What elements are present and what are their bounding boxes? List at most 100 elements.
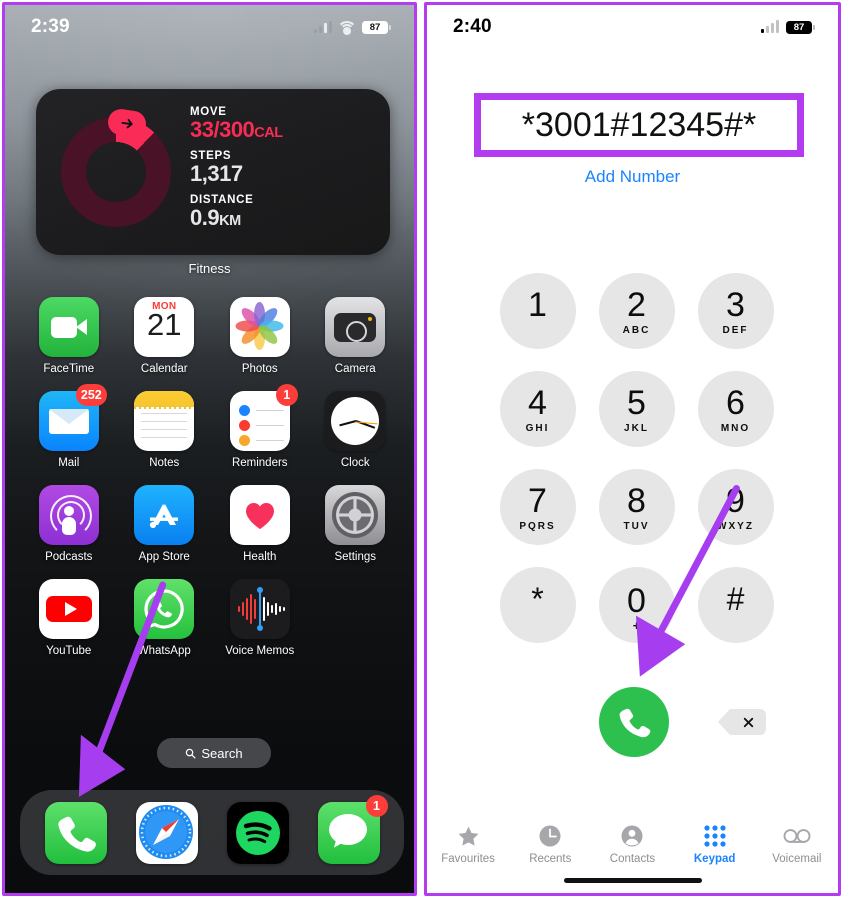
spotify-icon[interactable]: [226, 801, 289, 864]
dock: 1: [20, 790, 404, 875]
podcasts-icon[interactable]: [38, 485, 99, 545]
clock-icon[interactable]: [325, 391, 386, 451]
key-digit: 0: [627, 581, 646, 620]
app-voice-memos[interactable]: Voice Memos: [212, 579, 308, 657]
star-icon: [456, 823, 481, 849]
health-icon[interactable]: [229, 485, 290, 545]
key-letters: ABC: [622, 325, 651, 336]
tab-label: Voicemail: [772, 853, 822, 865]
phone-icon[interactable]: [44, 801, 107, 864]
app-health[interactable]: Health: [212, 485, 308, 563]
safari-icon[interactable]: [135, 801, 198, 864]
key-letters: WXYZ: [717, 521, 754, 532]
app-label: Notes: [149, 457, 180, 469]
key-letters: +: [632, 617, 641, 633]
camera-icon[interactable]: [325, 297, 386, 357]
key-digit: 6: [726, 384, 745, 422]
key-hash[interactable]: #: [697, 567, 774, 643]
reminders-icon[interactable]: 1: [229, 384, 298, 451]
home-indicator: [563, 878, 702, 883]
key-letters: PQRS: [519, 521, 556, 532]
call-action-row: [488, 687, 785, 757]
move-value: 33/300CAL: [190, 117, 283, 142]
calendar-icon[interactable]: MON 21: [134, 297, 195, 357]
app-photos[interactable]: Photos: [212, 297, 308, 375]
app-store-icon[interactable]: [134, 485, 195, 545]
key-6[interactable]: 6 MNO: [697, 371, 774, 447]
tab-keypad[interactable]: Keypad: [676, 823, 754, 865]
dialed-number-text: *3001#12345#*: [521, 105, 757, 144]
fitness-widget[interactable]: MOVE 33/300CAL STEPS 1,317 DISTANCE 0.9K…: [36, 89, 390, 255]
key-digit: #: [726, 581, 745, 617]
app-settings[interactable]: Settings: [308, 485, 404, 563]
key-star[interactable]: *: [499, 567, 576, 643]
call-button[interactable]: [599, 687, 669, 757]
app-label: Settings: [334, 551, 377, 563]
person-icon: [620, 823, 644, 849]
key-5[interactable]: 5 JKL: [598, 371, 675, 447]
photos-icon[interactable]: [229, 297, 290, 357]
voice-memos-icon[interactable]: [229, 579, 290, 639]
app-grid-empty-slot: [308, 579, 404, 657]
add-number-link[interactable]: Add Number: [427, 167, 838, 187]
key-digit: 7: [528, 482, 547, 520]
key-letters: DEF: [722, 325, 749, 336]
calendar-day: 21: [147, 307, 182, 342]
tab-label: Recents: [529, 853, 572, 865]
cellular-signal-icon: [761, 20, 779, 33]
app-facetime[interactable]: FaceTime: [21, 297, 117, 375]
tab-voicemail[interactable]: Voicemail: [758, 823, 836, 865]
key-1[interactable]: 1: [499, 273, 576, 349]
badge-count: 1: [365, 794, 388, 817]
youtube-icon[interactable]: [38, 579, 99, 639]
tab-label: Favourites: [441, 853, 495, 865]
messages-icon[interactable]: 1: [317, 794, 388, 864]
settings-icon[interactable]: [325, 485, 386, 545]
notes-icon[interactable]: [134, 391, 195, 451]
app-calendar[interactable]: MON 21 Calendar: [117, 297, 213, 375]
app-podcasts[interactable]: Podcasts: [21, 485, 117, 563]
activity-ring: [48, 104, 184, 240]
app-notes[interactable]: Notes: [117, 391, 213, 469]
key-7[interactable]: 7 PQRS: [499, 469, 576, 545]
app-mail[interactable]: 252 Mail: [21, 384, 117, 469]
app-camera[interactable]: Camera: [308, 297, 404, 375]
key-0[interactable]: 0 +: [598, 567, 675, 643]
tab-contacts[interactable]: Contacts: [593, 823, 671, 865]
app-app-store[interactable]: App Store: [117, 485, 213, 563]
battery-indicator: 87: [362, 20, 391, 34]
key-letters: GHI: [525, 423, 550, 434]
facetime-icon[interactable]: [38, 297, 99, 357]
iphone-home-screen-panel: 2:39 87 MOVE 33/300CAL STEPS 1,317 DISTA…: [2, 2, 417, 896]
app-clock[interactable]: Clock: [308, 391, 404, 469]
dial-keypad: 1 2 ABC 3 DEF 4 GHI 5 JKL 6 MNO 7 PQRS 8 TUV 9W…: [488, 273, 785, 643]
search-button[interactable]: Search: [157, 738, 271, 768]
key-digit: 3: [726, 286, 745, 324]
key-digit: 2: [627, 286, 646, 324]
app-youtube[interactable]: YouTube: [21, 579, 117, 657]
key-8[interactable]: 8 TUV: [598, 469, 675, 545]
app-reminders[interactable]: 1 Reminders: [212, 384, 308, 469]
dialed-number-field[interactable]: *3001#12345#*: [474, 93, 804, 157]
tab-favourites[interactable]: Favourites: [429, 823, 507, 865]
key-digit: 8: [627, 482, 646, 520]
app-label: Camera: [334, 363, 376, 375]
app-label: Reminders: [231, 457, 288, 469]
key-9[interactable]: 9 WXYZ: [697, 469, 774, 545]
key-3[interactable]: 3 DEF: [697, 273, 774, 349]
mail-icon[interactable]: 252: [38, 384, 107, 451]
iphone-dialer-panel: 2:40 8 7 *3001#12345#* Add Number 1 2 ABC …: [424, 2, 841, 896]
key-2[interactable]: 2 ABC: [598, 273, 675, 349]
delete-button[interactable]: [718, 709, 766, 735]
screenshot-stage: 2:39 87 MOVE 33/300CAL STEPS 1,317 DISTA…: [0, 0, 843, 900]
wifi-icon: [337, 21, 357, 35]
whatsapp-icon[interactable]: [134, 579, 195, 639]
cellular-signal-icon: [314, 21, 332, 33]
key-letters: TUV: [623, 521, 650, 532]
app-label: Photos: [241, 363, 278, 375]
app-whatsapp[interactable]: WhatsApp: [117, 579, 213, 657]
tab-recents[interactable]: Recents: [511, 823, 589, 865]
key-4[interactable]: 4 GHI: [499, 371, 576, 447]
phone-call-icon: [619, 708, 651, 738]
status-bar-time: 2:40: [453, 16, 492, 37]
